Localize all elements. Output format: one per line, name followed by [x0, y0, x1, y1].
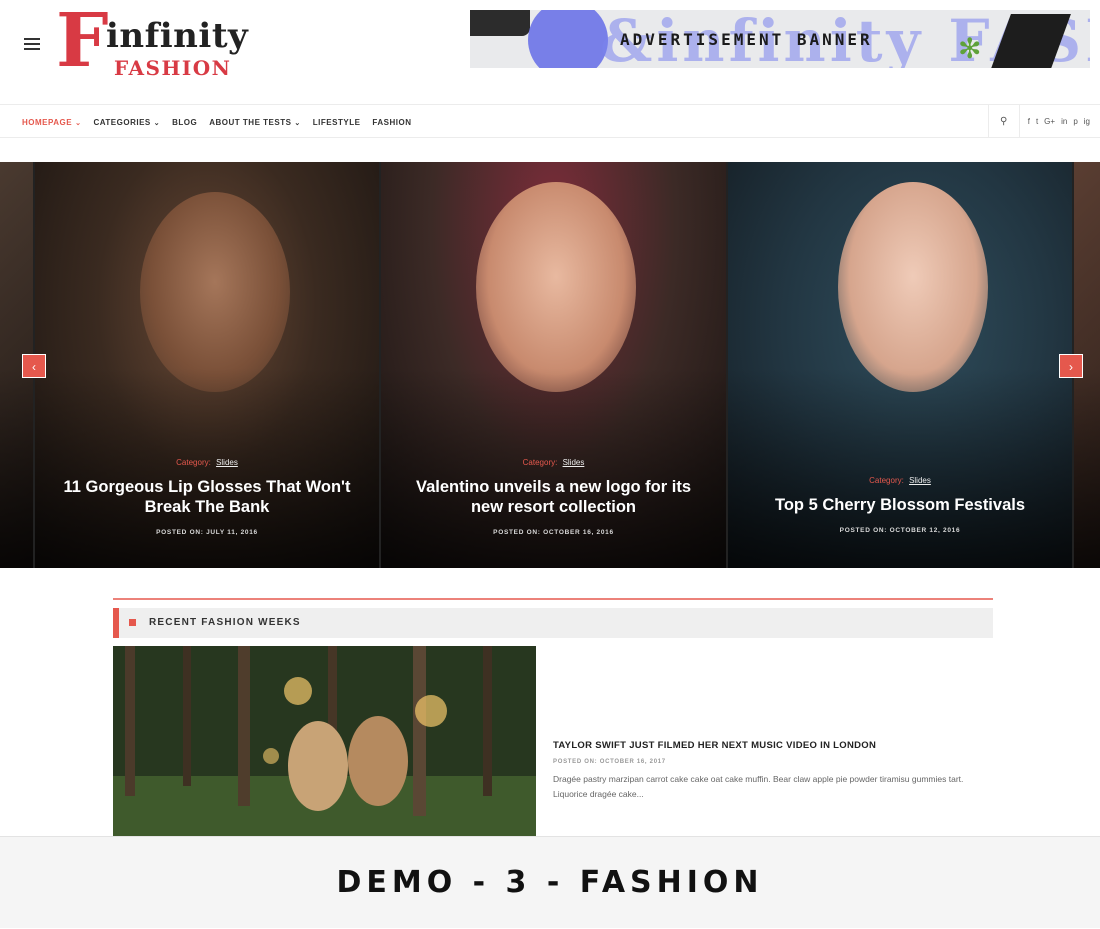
nav-menu: HOMEPAGE ⌄ CATEGORIES ⌄ BLOG ABOUT THE TESTS ⌄…	[22, 105, 411, 139]
section-square-icon	[129, 619, 136, 626]
slide-card[interactable]: Category: Slides 11 Gorgeous Lip Glosses…	[35, 162, 379, 568]
demo-caption: DEMO - 3 - FASHION	[336, 865, 764, 900]
slide-image	[476, 182, 636, 392]
social-links: f t G+ in p ig	[1020, 117, 1090, 126]
instagram-icon[interactable]: ig	[1084, 117, 1090, 126]
post-date: POSTED ON: OCTOBER 16, 2017	[553, 759, 666, 765]
nav-item-label: CATEGORIES	[93, 117, 151, 127]
nav-item-label: BLOG	[172, 117, 198, 127]
main-navigation: HOMEPAGE ⌄ CATEGORIES ⌄ BLOG ABOUT THE TESTS ⌄…	[0, 104, 1100, 138]
slide-caption: Category: Slides Top 5 Cherry Blossom Fe…	[728, 476, 1072, 534]
slide-title[interactable]: Valentino unveils a new logo for its new…	[381, 477, 726, 517]
plant-icon: ✻	[958, 33, 982, 64]
nav-item-fashion[interactable]: FASHION	[372, 118, 411, 127]
category-label: Category:	[869, 476, 904, 485]
chevron-down-icon: ⌄	[153, 119, 161, 127]
logo-word-fashion: FASHION	[114, 56, 232, 80]
nav-item-blog[interactable]: BLOG	[172, 118, 197, 127]
demo-caption-bar: DEMO - 3 - FASHION	[0, 836, 1100, 928]
recent-section: RECENT FASHION WEEKS	[113, 598, 993, 638]
category-link[interactable]: Slides	[909, 476, 931, 485]
forest-sparklers-image	[113, 646, 536, 836]
nav-item-homepage[interactable]: HOMEPAGE ⌄	[22, 118, 81, 127]
pinterest-icon[interactable]: p	[1073, 117, 1077, 126]
slide-title[interactable]: 11 Gorgeous Lip Glosses That Won't Break…	[35, 477, 379, 517]
section-header: RECENT FASHION WEEKS	[113, 608, 993, 638]
section-accent-bar	[113, 608, 119, 638]
slide-title[interactable]: Top 5 Cherry Blossom Festivals	[728, 495, 1072, 515]
google-plus-icon[interactable]: G+	[1044, 117, 1055, 126]
facebook-icon[interactable]: f	[1028, 117, 1030, 126]
nav-tools: ⚲ f t G+ in p ig	[987, 105, 1090, 138]
slide-caption: Category: Slides Valentino unveils a new…	[381, 458, 726, 536]
slide-image	[140, 192, 290, 392]
slider-prev-button[interactable]: ‹	[22, 354, 46, 378]
slide-caption: Category: Slides 11 Gorgeous Lip Glosses…	[35, 458, 379, 536]
nav-item-label: LIFESTYLE	[312, 117, 361, 127]
slide-card[interactable]: Category: Slides Top 5 Cherry Blossom Fe…	[728, 162, 1072, 568]
advertisement-banner[interactable]: &infinity FASHION ADVERTISEMENT BANNER ✻	[470, 10, 1090, 68]
section-title: RECENT FASHION WEEKS	[149, 617, 301, 628]
category-label: Category:	[176, 458, 211, 467]
post-title[interactable]: TAYLOR SWIFT JUST FILMED HER NEXT MUSIC …	[553, 740, 973, 751]
logo-letter: F	[56, 0, 109, 84]
slider-next-button[interactable]: ›	[1059, 354, 1083, 378]
chevron-left-icon: ‹	[32, 360, 36, 374]
ampersand-graphic	[528, 10, 608, 68]
ad-text: ADVERTISEMENT BANNER	[620, 30, 873, 49]
slide-date: POSTED ON: JULY 11, 2016	[156, 529, 258, 536]
category-label: Category:	[522, 458, 558, 467]
slide-card[interactable]: Category: Slides Valentino unveils a new…	[381, 162, 726, 568]
logo-word-infinity: infinity	[106, 16, 249, 56]
chevron-down-icon: ⌄	[294, 119, 301, 127]
slide-date: POSTED ON: OCTOBER 12, 2016	[839, 527, 961, 534]
slide-date: POSTED ON: OCTOBER 16, 2016	[493, 529, 614, 536]
featured-slider: Category: Slides 11 Gorgeous Lip Glosses…	[0, 162, 1100, 568]
site-header: F infinity FASHION &infinity FASHION ADV…	[0, 0, 1100, 104]
chevron-down-icon: ⌄	[75, 119, 82, 127]
post-meta: TAYLOR SWIFT JUST FILMED HER NEXT MUSIC …	[553, 740, 973, 802]
twitter-icon[interactable]: t	[1036, 117, 1038, 126]
post-thumbnail[interactable]	[113, 646, 536, 836]
search-icon[interactable]: ⚲	[987, 105, 1020, 138]
slide-image	[838, 182, 988, 392]
nav-item-lifestyle[interactable]: LIFESTYLE	[313, 118, 361, 127]
nav-item-categories[interactable]: CATEGORIES ⌄	[93, 118, 160, 127]
laptop-graphic	[470, 10, 530, 36]
post-excerpt: Dragée pastry marzipan carrot cake cake …	[553, 774, 964, 799]
linkedin-icon[interactable]: in	[1061, 117, 1067, 126]
section-divider	[113, 598, 993, 600]
nav-item-label: FASHION	[372, 117, 412, 127]
nav-item-label: ABOUT THE TESTS	[209, 117, 292, 127]
menu-icon[interactable]	[24, 38, 40, 50]
site-logo[interactable]: F infinity FASHION	[56, 4, 266, 80]
category-link[interactable]: Slides	[563, 458, 585, 467]
category-link[interactable]: Slides	[216, 458, 238, 467]
nav-item-about-the-tests[interactable]: ABOUT THE TESTS ⌄	[209, 118, 301, 127]
chevron-right-icon: ›	[1069, 360, 1073, 374]
nav-item-label: HOMEPAGE	[22, 117, 73, 127]
